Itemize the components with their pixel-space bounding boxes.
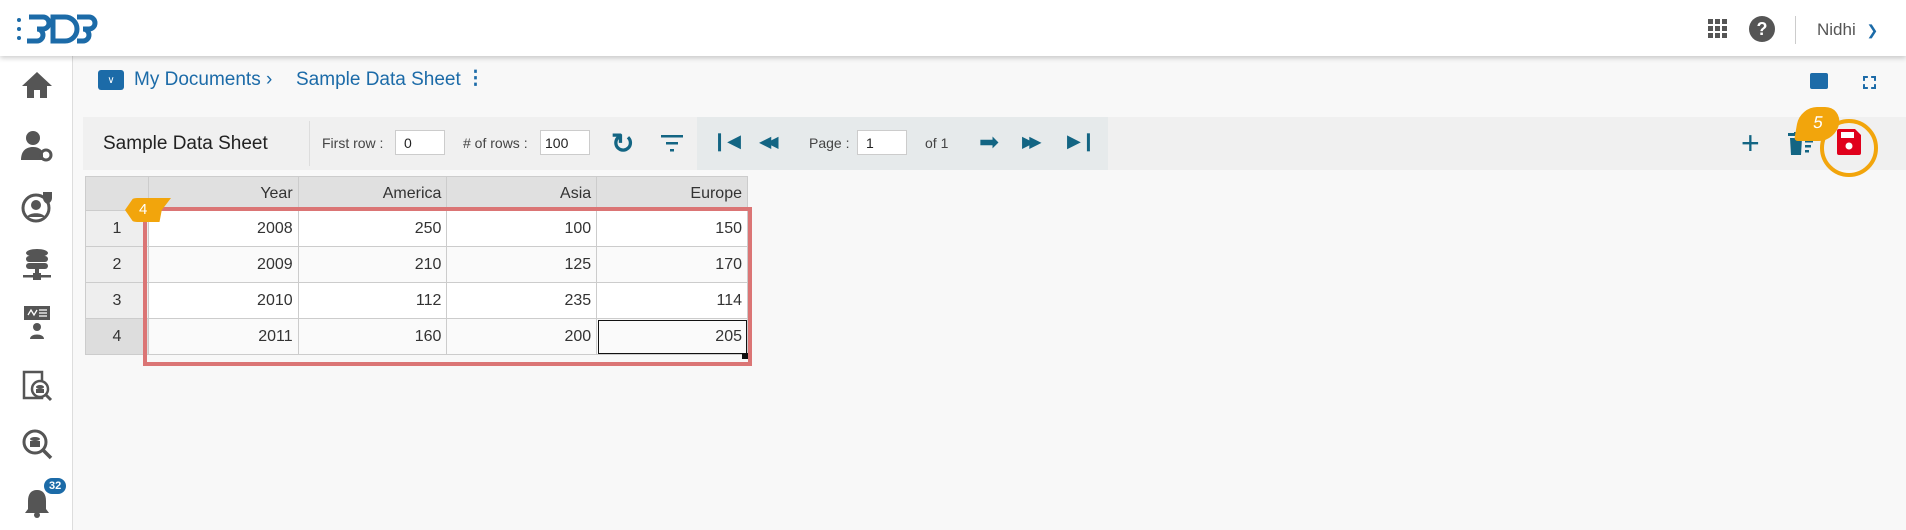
refresh-icon[interactable]: ↻ bbox=[611, 127, 634, 160]
previous-page-icon[interactable]: ◀◀ bbox=[759, 132, 778, 152]
first-row-label: First row : bbox=[322, 135, 384, 151]
data-search-icon[interactable] bbox=[20, 427, 54, 461]
user-security-icon[interactable] bbox=[20, 190, 54, 224]
apps-grid-icon[interactable] bbox=[1708, 19, 1728, 39]
step-5-label: 5 bbox=[1811, 113, 1825, 132]
last-page-icon[interactable]: ▶❙ bbox=[1067, 131, 1096, 152]
header-divider bbox=[1795, 16, 1796, 44]
row-number[interactable]: 3 bbox=[85, 282, 149, 319]
user-settings-icon[interactable] bbox=[20, 129, 54, 163]
rows-count-input[interactable]: 100 bbox=[540, 130, 590, 155]
next-page-icon[interactable]: ➡ bbox=[979, 128, 999, 157]
filter-icon[interactable] bbox=[661, 134, 683, 152]
data-preparation-icon[interactable] bbox=[20, 305, 54, 339]
home-icon[interactable] bbox=[20, 68, 54, 102]
fullscreen-icon[interactable] bbox=[1863, 76, 1876, 89]
breadcrumb-my-documents[interactable]: My Documents bbox=[134, 69, 261, 91]
top-header: ? Nidhi ❯ bbox=[0, 0, 1906, 56]
user-name: Nidhi bbox=[1817, 20, 1856, 39]
add-row-icon[interactable]: + bbox=[1741, 125, 1760, 162]
breadcrumb-current[interactable]: Sample Data Sheet bbox=[296, 69, 461, 91]
sidebar: 32 bbox=[0, 56, 73, 530]
more-options-icon[interactable]: ⋮ bbox=[466, 67, 485, 90]
page-total: of 1 bbox=[925, 135, 949, 151]
data-connector-icon[interactable] bbox=[20, 248, 54, 282]
notification-count-badge: 32 bbox=[44, 478, 67, 494]
column-header-asia[interactable]: Asia bbox=[446, 176, 598, 211]
fast-forward-icon[interactable]: ▶▶ bbox=[1022, 132, 1041, 152]
column-header-america[interactable]: America bbox=[297, 176, 448, 211]
data-highlight-box bbox=[143, 207, 752, 366]
comments-icon[interactable] bbox=[1810, 73, 1828, 89]
sheet-title: Sample Data Sheet bbox=[103, 133, 268, 154]
toolbar-divider bbox=[309, 121, 310, 166]
column-header-europe[interactable]: Europe bbox=[596, 176, 748, 211]
page-label: Page : bbox=[809, 135, 850, 151]
folder-icon[interactable]: ∨ bbox=[98, 70, 124, 90]
user-menu[interactable]: Nidhi ❯ bbox=[1817, 20, 1878, 40]
notifications-bell-icon[interactable]: 32 bbox=[20, 478, 67, 518]
data-catalog-icon[interactable] bbox=[20, 370, 54, 404]
header-row: Year America Asia Europe bbox=[85, 176, 748, 211]
chevron-down-icon: ❯ bbox=[1866, 22, 1879, 38]
first-page-icon[interactable]: ❙◀ bbox=[712, 131, 741, 152]
row-number[interactable]: 4 bbox=[85, 318, 149, 355]
row-number[interactable]: 2 bbox=[85, 246, 149, 283]
column-header-year[interactable]: Year bbox=[147, 176, 299, 211]
page-input[interactable]: 1 bbox=[857, 130, 907, 155]
breadcrumb-separator-icon: › bbox=[266, 69, 273, 90]
rows-count-label: # of rows : bbox=[463, 135, 528, 151]
first-row-input[interactable]: 0 bbox=[395, 130, 445, 155]
bdb-logo[interactable] bbox=[15, 12, 99, 46]
help-icon[interactable]: ? bbox=[1749, 16, 1775, 42]
sheet-toolbar: Sample Data Sheet First row : 0 # of row… bbox=[83, 117, 1906, 170]
pager: ❙◀ ◀◀ Page : 1 of 1 ➡ ▶▶ ▶❙ bbox=[697, 117, 1108, 170]
step-4-label: 4 bbox=[139, 201, 148, 218]
